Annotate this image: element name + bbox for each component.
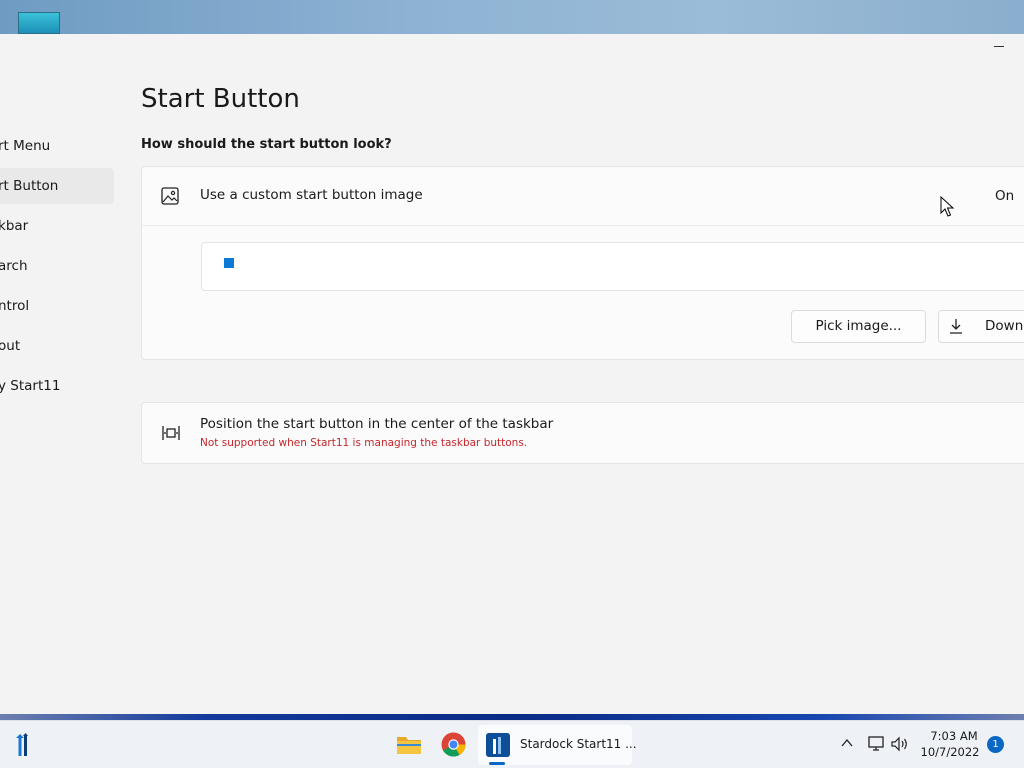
center-position-label: Position the start button in the center … <box>200 416 554 432</box>
sidebar-item-start-menu[interactable]: rt Menu <box>0 128 114 164</box>
toggle-state-text[interactable]: On <box>995 188 1014 204</box>
chevron-up-icon[interactable] <box>841 738 853 748</box>
section-heading: How should the start button look? <box>141 137 392 152</box>
image-icon <box>161 187 179 205</box>
custom-image-label: Use a custom start button image <box>200 187 423 203</box>
start11-settings-window: rt Menu rt Button kbar arch ntrol out y … <box>0 34 1024 714</box>
desktop-wallpaper-top <box>0 0 1024 34</box>
page-title: Start Button <box>141 84 300 114</box>
start-button-preview-icon <box>224 258 234 268</box>
sidebar-item-buy-start11[interactable]: y Start11 <box>0 368 114 404</box>
start-button-image-preview <box>201 242 1024 291</box>
sidebar: rt Menu rt Button kbar arch ntrol out y … <box>0 128 114 408</box>
sidebar-item-label: kbar <box>0 218 29 234</box>
sidebar-item-about[interactable]: out <box>0 328 114 364</box>
download-button[interactable]: Downl <box>938 310 1024 343</box>
unsupported-note: Not supported when Start11 is managing t… <box>200 437 528 449</box>
sidebar-item-start-button[interactable]: rt Button <box>0 168 114 204</box>
desktop-shortcut-icon[interactable] <box>18 12 60 34</box>
sidebar-item-label: y Start11 <box>0 378 61 394</box>
chrome-icon[interactable] <box>441 732 466 757</box>
sidebar-item-search[interactable]: arch <box>0 248 114 284</box>
active-indicator <box>489 762 505 765</box>
taskbar-app-start11[interactable]: Stardock Start11 ... <box>478 725 637 765</box>
start11-app-icon <box>486 733 510 757</box>
mouse-cursor-icon <box>940 196 955 217</box>
clock-date[interactable]: 10/7/2022 <box>920 745 980 759</box>
notification-badge[interactable]: 1 <box>987 736 1004 753</box>
taskbar-app-label: Stardock Start11 ... <box>520 737 637 751</box>
minimize-button[interactable] <box>994 40 1006 52</box>
pick-image-button[interactable]: Pick image... <box>791 310 926 343</box>
volume-icon[interactable] <box>890 735 910 753</box>
custom-image-card: Use a custom start button image On Pick … <box>141 166 1024 360</box>
center-position-card[interactable]: Position the start button in the center … <box>141 402 1024 464</box>
sidebar-item-control[interactable]: ntrol <box>0 288 114 324</box>
taskbar: Stardock Start11 ... 7:03 AM 10/7/2022 1 <box>0 720 1024 768</box>
sidebar-item-label: out <box>0 338 21 354</box>
sidebar-item-label: rt Button <box>0 178 59 194</box>
download-icon <box>950 319 962 334</box>
clock-time[interactable]: 7:03 AM <box>930 729 978 743</box>
file-explorer-icon[interactable] <box>396 732 422 756</box>
sidebar-item-label: ntrol <box>0 298 30 314</box>
download-button-label: Downl <box>985 318 1024 334</box>
sidebar-item-label: arch <box>0 258 28 274</box>
sidebar-item-label: rt Menu <box>0 138 51 154</box>
start11-start-icon[interactable] <box>12 732 36 758</box>
network-icon[interactable] <box>866 735 886 753</box>
center-align-icon <box>162 426 180 440</box>
sidebar-item-taskbar[interactable]: kbar <box>0 208 114 244</box>
custom-image-toggle-row[interactable]: Use a custom start button image On <box>142 167 1024 226</box>
